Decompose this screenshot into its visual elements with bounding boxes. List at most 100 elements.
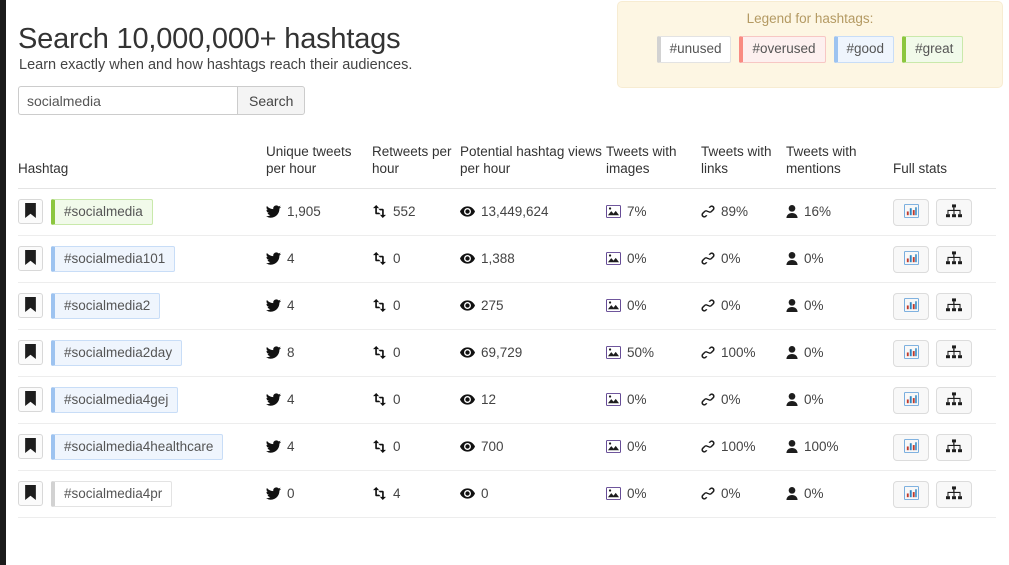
retweet-icon xyxy=(372,345,387,359)
bookmark-button[interactable] xyxy=(18,199,43,225)
tweets-with-mentions: 16% xyxy=(786,204,831,219)
bookmark-button[interactable] xyxy=(18,293,43,319)
unique-tweets-value: 4 xyxy=(287,438,295,454)
page-subtitle: Learn exactly when and how hashtags reac… xyxy=(19,57,413,73)
twitter-bird-icon xyxy=(266,439,281,453)
sitemap-stats-button[interactable] xyxy=(936,386,972,414)
hashtag-tag[interactable]: #socialmedia101 xyxy=(51,245,176,273)
bar-chart-icon xyxy=(903,485,919,503)
retweets-value: 552 xyxy=(393,203,416,219)
cell-retweets: 552 xyxy=(372,188,460,236)
hashtag-tag[interactable]: #socialmedia4pr xyxy=(51,480,173,508)
unique-tweets: 4 xyxy=(266,392,295,407)
tweets-with-mentions: 0% xyxy=(786,251,824,266)
hashtag-tag[interactable]: #socialmedia4healthcare xyxy=(51,433,224,461)
cell-hashtag: #socialmedia2day xyxy=(18,329,266,377)
potential-views: 13,449,624 xyxy=(460,204,549,219)
image-icon xyxy=(606,345,621,359)
hashtag-legend: Legend for hashtags: #unused #overused #… xyxy=(617,1,1003,88)
legend-tag-unused: #unused xyxy=(656,36,732,63)
cell-tweets-with-images: 0% xyxy=(606,423,701,471)
tweets-with-images: 0% xyxy=(606,392,647,407)
hashtag-tag[interactable]: #socialmedia2 xyxy=(51,292,161,320)
tweets-with-images: 0% xyxy=(606,439,647,454)
chart-stats-button[interactable] xyxy=(893,198,929,226)
bookmark-button[interactable] xyxy=(18,481,43,507)
cell-full-stats xyxy=(893,423,996,471)
sitemap-stats-button[interactable] xyxy=(936,433,972,461)
cell-retweets: 0 xyxy=(372,376,460,424)
chart-stats-button[interactable] xyxy=(893,433,929,461)
tweets-with-mentions: 100% xyxy=(786,439,839,454)
bookmark-icon xyxy=(24,390,37,409)
search-input[interactable] xyxy=(18,86,237,115)
hashtag-tag[interactable]: #socialmedia xyxy=(51,198,153,226)
hashtag-tag[interactable]: #socialmedia2day xyxy=(51,339,183,367)
column-header-unique-tweets: Unique tweets per hour xyxy=(266,143,372,189)
bookmark-button[interactable] xyxy=(18,434,43,460)
cell-tweets-with-images: 0% xyxy=(606,282,701,330)
sitemap-stats-button[interactable] xyxy=(936,292,972,320)
user-icon xyxy=(786,345,798,359)
user-icon xyxy=(786,204,798,218)
hashtag-tag[interactable]: #socialmedia4gej xyxy=(51,386,179,414)
sitemap-stats-button[interactable] xyxy=(936,480,972,508)
table-row: #socialmedia4gej 4 0 12 0% 0% 0% xyxy=(18,376,996,424)
potential-views: 12 xyxy=(460,392,496,407)
table-row: #socialmedia4pr 0 4 0 0% 0% 0% xyxy=(18,470,996,518)
bookmark-button[interactable] xyxy=(18,340,43,366)
chart-stats-button[interactable] xyxy=(893,386,929,414)
search-button[interactable]: Search xyxy=(237,86,306,115)
table-row: #socialmedia101 4 0 1,388 0% 0% 0% xyxy=(18,235,996,283)
cell-tweets-with-mentions: 0% xyxy=(786,235,893,283)
retweets: 0 xyxy=(372,298,401,313)
legend-items: #unused #overused #good #great xyxy=(618,36,1002,63)
bookmark-icon xyxy=(24,296,37,315)
sitemap-icon xyxy=(946,438,962,456)
retweets-value: 0 xyxy=(393,297,401,313)
bookmark-button[interactable] xyxy=(18,246,43,272)
column-header-hashtag: Hashtag xyxy=(18,143,266,189)
eye-icon xyxy=(460,253,475,264)
table-row: #socialmedia2day 8 0 69,729 50% 100% 0% xyxy=(18,329,996,377)
user-icon xyxy=(786,298,798,312)
cell-tweets-with-links: 0% xyxy=(701,470,786,518)
tweets-with-links: 0% xyxy=(701,486,741,501)
cell-potential-views: 700 xyxy=(460,423,606,471)
table-header: Hashtag Unique tweets per hour Retweets … xyxy=(18,143,996,189)
cell-unique-tweets: 8 xyxy=(266,329,372,377)
bookmark-icon xyxy=(24,202,37,221)
sitemap-stats-button[interactable] xyxy=(936,245,972,273)
cell-unique-tweets: 1,905 xyxy=(266,188,372,236)
retweets-value: 0 xyxy=(393,438,401,454)
twitter-bird-icon xyxy=(266,298,281,312)
tweets-with-links: 100% xyxy=(701,439,756,454)
chart-stats-button[interactable] xyxy=(893,245,929,273)
sitemap-stats-button[interactable] xyxy=(936,198,972,226)
cell-retweets: 4 xyxy=(372,470,460,518)
page-title: Search 10,000,000+ hashtags xyxy=(18,23,401,56)
chart-stats-button[interactable] xyxy=(893,292,929,320)
potential-views-value: 12 xyxy=(481,392,497,407)
tweets-with-images: 7% xyxy=(606,204,647,219)
link-icon xyxy=(701,204,715,218)
bookmark-icon xyxy=(24,343,37,362)
bookmark-button[interactable] xyxy=(18,387,43,413)
retweets: 0 xyxy=(372,345,401,360)
unique-tweets: 4 xyxy=(266,439,295,454)
image-icon xyxy=(606,486,621,500)
content-card: Search 10,000,000+ hashtags Learn exactl… xyxy=(6,0,1009,565)
tweets-with-images-value: 0% xyxy=(627,297,647,313)
potential-views-value: 69,729 xyxy=(481,345,523,360)
chart-stats-button[interactable] xyxy=(893,480,929,508)
page-root: Search 10,000,000+ hashtags Learn exactl… xyxy=(0,0,1009,565)
cell-retweets: 0 xyxy=(372,329,460,377)
cell-potential-views: 69,729 xyxy=(460,329,606,377)
cell-unique-tweets: 4 xyxy=(266,423,372,471)
link-icon xyxy=(701,486,715,500)
chart-stats-button[interactable] xyxy=(893,339,929,367)
column-header-retweets: Retweets per hour xyxy=(372,143,460,189)
cell-tweets-with-mentions: 0% xyxy=(786,470,893,518)
sitemap-stats-button[interactable] xyxy=(936,339,972,367)
cell-tweets-with-mentions: 0% xyxy=(786,282,893,330)
